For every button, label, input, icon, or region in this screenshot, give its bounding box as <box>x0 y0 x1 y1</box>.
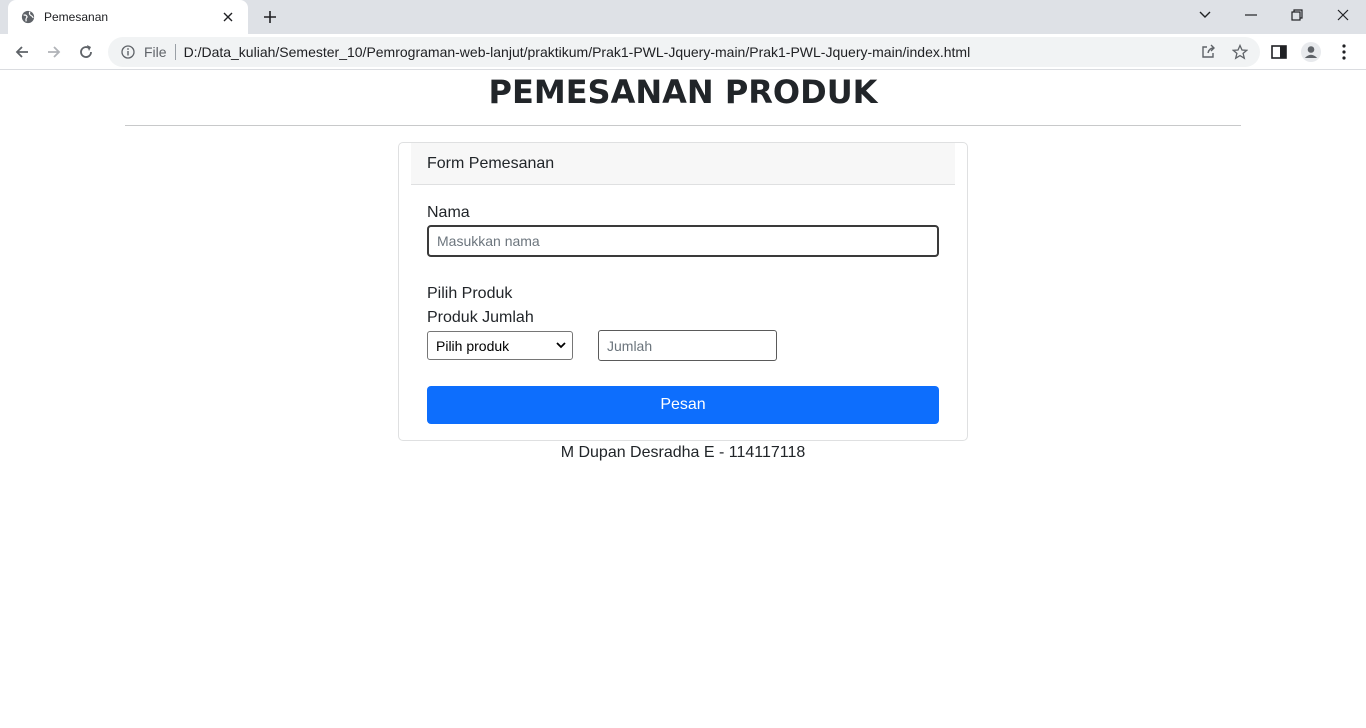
address-bar[interactable]: File D:/Data_kuliah/Semester_10/Pemrogra… <box>108 37 1260 67</box>
produk-select-value: Pilih produk <box>436 337 510 354</box>
url-text[interactable]: D:/Data_kuliah/Semester_10/Pemrograman-w… <box>184 44 971 60</box>
title-divider <box>125 125 1241 126</box>
back-button[interactable] <box>8 38 36 66</box>
minimize-button[interactable] <box>1228 0 1274 30</box>
close-icon <box>1337 9 1349 21</box>
minimize-icon <box>1245 14 1257 16</box>
browser-tab-bar: Pemesanan <box>0 0 1366 34</box>
back-arrow-icon <box>15 46 28 58</box>
restore-icon <box>1291 9 1303 21</box>
reload-icon <box>80 45 92 58</box>
card-header: Form Pemesanan <box>411 143 955 185</box>
url-scheme: File <box>144 44 167 60</box>
browser-toolbar: File D:/Data_kuliah/Semester_10/Pemrogra… <box>0 34 1366 70</box>
plus-icon <box>264 11 276 23</box>
jumlah-placeholder: Jumlah <box>607 337 653 354</box>
chevron-down-icon <box>556 342 566 349</box>
kebab-menu-icon[interactable] <box>1332 40 1356 64</box>
page-title: PEMESANAN PRODUK <box>488 73 878 111</box>
url-separator <box>174 44 176 60</box>
share-icon[interactable] <box>1200 44 1216 60</box>
nama-label: Nama <box>427 204 470 221</box>
produk-select[interactable]: Pilih produk <box>427 331 573 360</box>
nama-placeholder: Masukkan nama <box>437 233 540 249</box>
tab-title: Pemesanan <box>44 10 109 24</box>
produk-jumlah-label: Produk Jumlah <box>427 309 534 326</box>
window-close-button[interactable] <box>1320 0 1366 30</box>
tab-close-icon[interactable] <box>220 9 236 25</box>
globe-icon <box>20 9 36 25</box>
new-tab-button[interactable] <box>258 6 282 28</box>
chevron-down-icon <box>1199 11 1211 18</box>
reload-button[interactable] <box>72 38 100 66</box>
side-panel-icon[interactable] <box>1267 40 1291 64</box>
info-icon[interactable] <box>120 44 136 60</box>
footer-credit: M Dupan Desradha E - 114117118 <box>560 444 806 461</box>
nama-input[interactable]: Masukkan nama <box>427 225 939 257</box>
browser-tab[interactable]: Pemesanan <box>8 0 248 34</box>
tab-search-button[interactable] <box>1182 0 1228 30</box>
forward-button[interactable] <box>40 38 68 66</box>
pilih-produk-label: Pilih Produk <box>427 285 513 302</box>
jumlah-input[interactable]: Jumlah <box>598 330 777 361</box>
page-content: PEMESANAN PRODUK Form Pemesanan Nama Mas… <box>0 71 1366 728</box>
star-icon[interactable] <box>1232 44 1248 60</box>
forward-arrow-icon <box>48 46 61 58</box>
pesan-button[interactable]: Pesan <box>427 386 939 424</box>
order-form-card: Form Pemesanan Nama Masukkan nama Pilih … <box>398 142 968 441</box>
restore-button[interactable] <box>1274 0 1320 30</box>
profile-icon[interactable] <box>1299 40 1323 64</box>
